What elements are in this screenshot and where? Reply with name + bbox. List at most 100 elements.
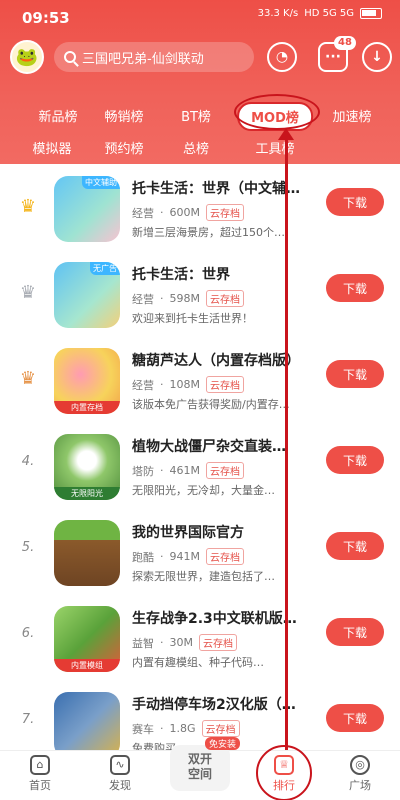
cloud-save-badge: 云存档 [206,290,244,307]
rank-number: 4. [21,454,35,469]
rank-number: 5. [21,540,35,555]
rank-crown: ♛ [14,282,42,303]
message-badge: 48 [334,36,356,50]
app-size: 941M [169,550,201,563]
silver-crown-icon: ♛ [19,282,37,303]
app-icon[interactable]: 无限阳光 [54,434,120,500]
app-meta: 经营 · 600M 云存档 [132,204,244,221]
cloud-save-badge: 云存档 [206,376,244,393]
bottom-nav: ⌂ 首页 ∿ 发现 双开 空间 免安装 ♕ 排行 ◎ 广场 [0,737,400,800]
app-meta: 经营 · 598M 云存档 [132,290,244,307]
status-bar: 09:53 33.3 K/s HD 5G 5G [0,0,400,34]
cloud-save-badge: 云存档 [206,462,244,479]
app-icon[interactable]: 无广告 [54,262,120,328]
battery-icon [360,8,382,19]
status-icons: 33.3 K/s HD 5G 5G [258,8,382,19]
app-tag: 无广告 [90,262,120,275]
rank-number: 6. [21,626,35,641]
app-icon[interactable]: 内置模组 [54,606,120,672]
network-indicator: HD 5G 5G [304,8,354,19]
nav-center-line2: 空间 [187,767,212,781]
net-speed: 33.3 K/s [257,8,299,19]
download-button[interactable]: 下载 [326,532,384,560]
search-icon [64,51,76,63]
header: 09:53 33.3 K/s HD 5G 5G 🐸 三国吧兄弟-仙剑联动 ◔ ·… [0,0,400,164]
app-category: 塔防 [132,464,154,478]
cloud-save-badge: 云存档 [206,204,244,221]
app-meta: 赛车 · 1.8G 云存档 [132,720,240,737]
app-category: 经营 [132,378,154,392]
status-time: 09:53 [22,9,70,27]
app-size: 1.8G [169,722,196,735]
app-size: 461M [169,464,201,477]
app-category: 益智 [132,636,154,650]
app-tag: 内置存档 [54,401,120,414]
square-icon: ◎ [350,755,370,775]
list-item[interactable]: ♛ 中文辅助 托卡生活：世界（中文辅… 经营 · 600M 云存档 新增三层海景房，… [0,164,400,250]
list-item[interactable]: ♛ 内置存档 糖葫芦达人（内置存档版） 经营 · 108M 云存档 该版本免广告获得… [0,336,400,422]
list-item[interactable]: ♛ 无广告 托卡生活：世界 经营 · 598M 云存档 欢迎来到托卡生活世界！ 下载 [0,250,400,336]
cloud-save-badge: 云存档 [199,634,237,651]
app-list: ♛ 中文辅助 托卡生活：世界（中文辅… 经营 · 600M 云存档 新增三层海景房，… [0,164,400,758]
rank-crown: ♛ [14,368,42,389]
list-item[interactable]: 4. 无限阳光 植物大战僵尸杂交直装… 塔防 · 461M 云存档 无限阳光，无冷却… [0,422,400,508]
download-button[interactable]: 下载 [326,274,384,302]
app-category: 经营 [132,292,154,306]
app-meta: 跑酷 · 941M 云存档 [132,548,244,565]
app-icon[interactable] [54,520,120,586]
app-category: 赛车 [132,722,154,736]
tab-overall[interactable]: 总榜 [183,138,209,157]
app-tag: 中文辅助 [82,176,120,189]
app-meta: 经营 · 108M 云存档 [132,376,244,393]
tab-reservation[interactable]: 预约榜 [104,138,143,157]
nav-home[interactable]: ⌂ 首页 [10,755,70,793]
annotation-arrow [285,132,288,768]
list-item[interactable]: 6. 内置模组 生存战争2.3中文联机版… 益智 · 30M 云存档 内置有趣模组、… [0,594,400,680]
search-placeholder: 三国吧兄弟-仙剑联动 [82,51,204,67]
nav-center-line1: 双开 [187,752,212,766]
gold-crown-icon: ♛ [19,196,37,217]
app-meta: 益智 · 30M 云存档 [132,634,237,651]
tab-bt[interactable]: BT榜 [181,106,211,125]
home-icon: ⌂ [30,755,50,775]
app-size: 108M [169,378,201,391]
nav-home-label: 首页 [29,779,51,792]
app-size: 598M [169,292,201,305]
nav-square-label: 广场 [349,779,371,792]
achievement-icon[interactable]: ◔ [267,42,297,72]
download-button[interactable]: 下载 [326,188,384,216]
app-icon[interactable]: 内置存档 [54,348,120,414]
app-size: 600M [169,206,201,219]
download-manager-icon[interactable]: ↓ [362,42,392,72]
tab-new[interactable]: 新品榜 [38,106,77,125]
download-button[interactable]: 下载 [326,704,384,732]
nav-center-tag: 免安装 [205,737,241,750]
cloud-save-badge: 云存档 [206,548,244,565]
nav-dual-space[interactable]: 双开 空间 [170,745,230,791]
nav-discover[interactable]: ∿ 发现 [90,755,150,793]
tab-accelerate[interactable]: 加速榜 [332,106,371,125]
download-button[interactable]: 下载 [326,360,384,388]
tab-emulator[interactable]: 模拟器 [32,138,71,157]
tab-bestseller[interactable]: 畅销榜 [104,106,143,125]
nav-discover-label: 发现 [109,779,131,792]
cloud-save-badge: 云存档 [201,720,240,737]
app-icon[interactable]: 中文辅助 [54,176,120,242]
app-icon[interactable] [54,692,120,758]
tab-tools[interactable]: 工具榜 [255,138,294,157]
nav-square[interactable]: ◎ 广场 [330,755,390,793]
bronze-crown-icon: ♛ [19,368,37,389]
app-meta: 塔防 · 461M 云存档 [132,462,244,479]
annotation-circle-rank [256,745,312,800]
download-button[interactable]: 下载 [326,446,384,474]
annotation-circle-mod [234,94,320,130]
app-category: 经营 [132,206,154,220]
rank-number: 7. [21,712,35,727]
discover-icon: ∿ [110,755,130,775]
app-category: 跑酷 [132,550,154,564]
app-size: 30M [169,636,194,649]
list-item[interactable]: 5. 我的世界国际官方 跑酷 · 941M 云存档 探索无限世界，建造包括了… 下载 [0,508,400,594]
download-button[interactable]: 下载 [326,618,384,646]
avatar[interactable]: 🐸 [10,40,44,74]
search-input[interactable]: 三国吧兄弟-仙剑联动 [54,42,254,72]
